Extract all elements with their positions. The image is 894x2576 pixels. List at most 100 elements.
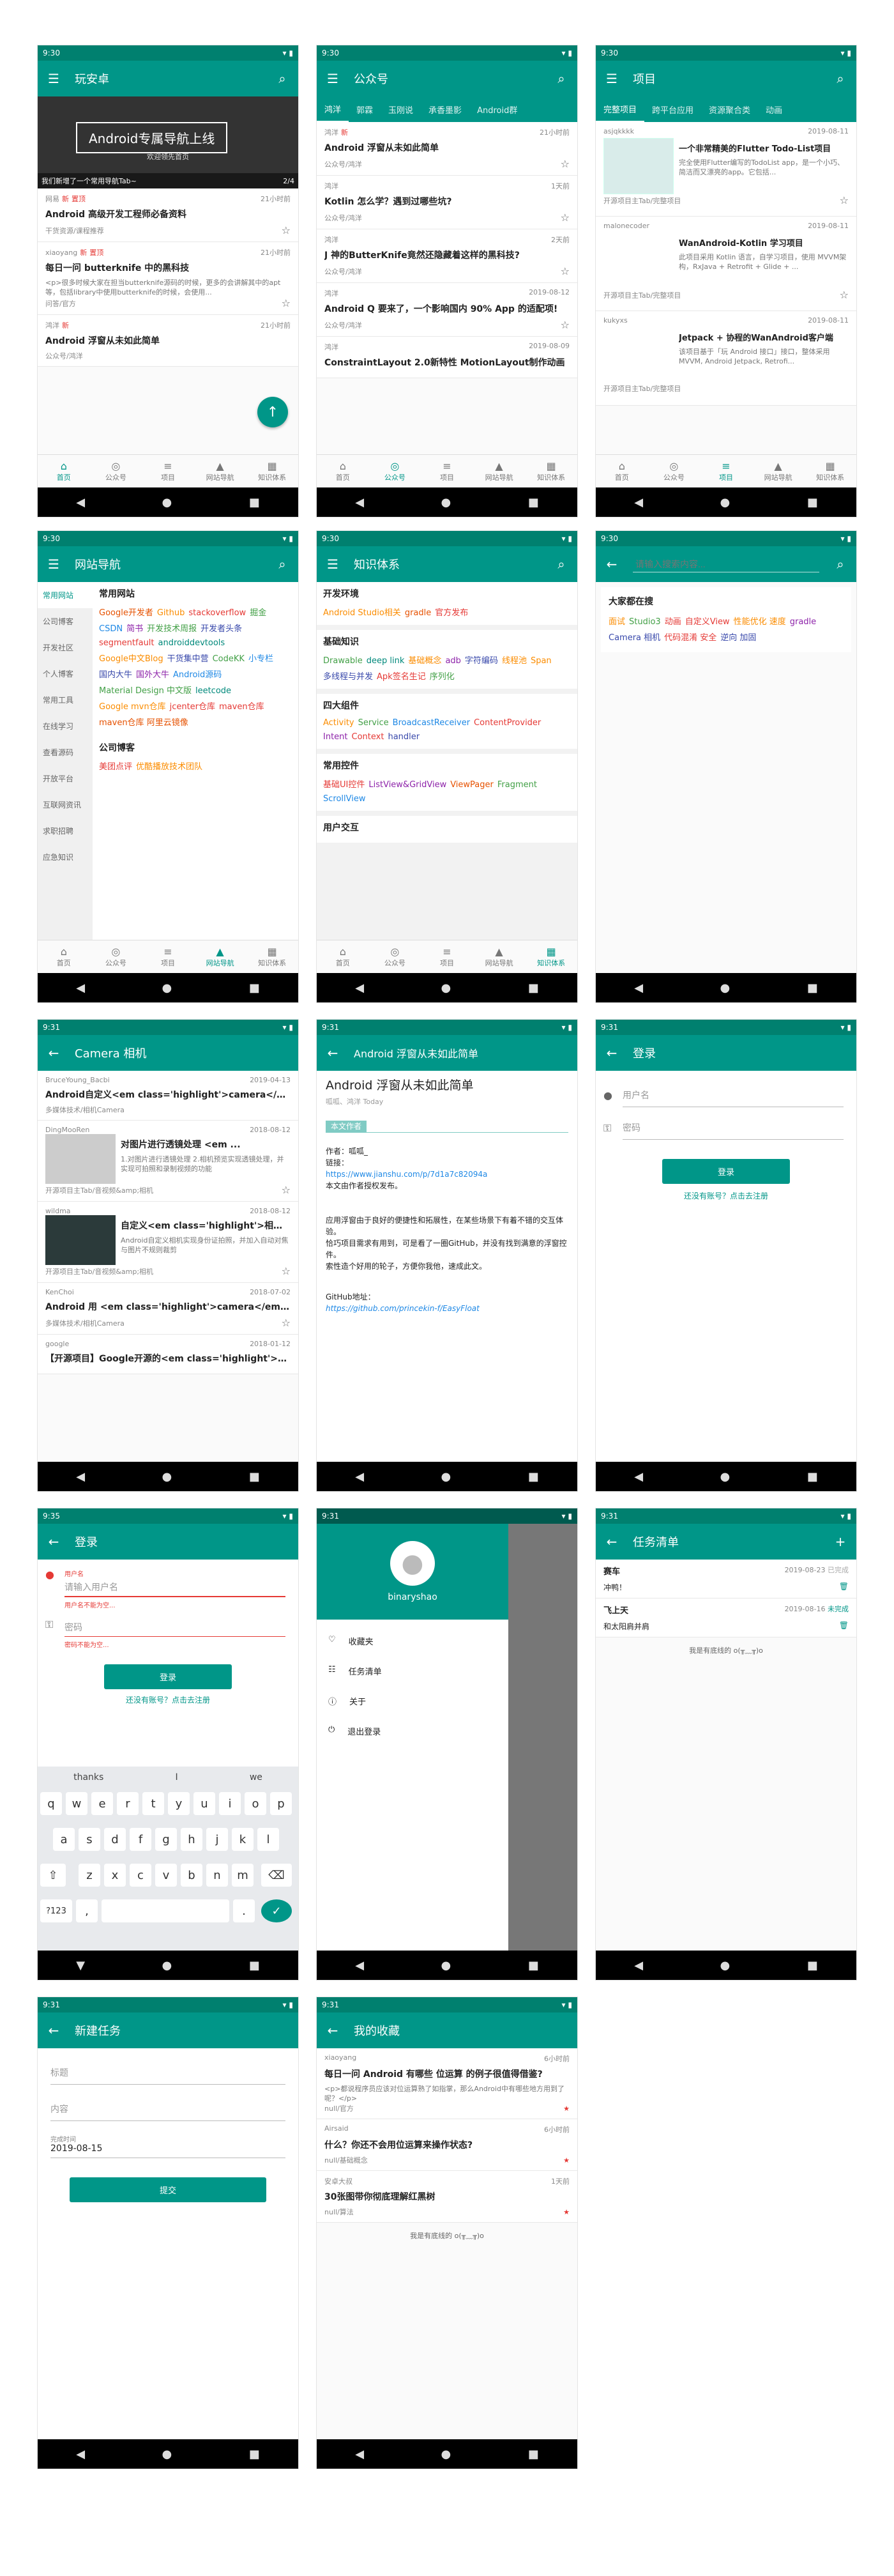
menu-icon[interactable]: ☰ — [326, 556, 340, 572]
drawer-item-tasks[interactable]: ☷ 任务清单 — [317, 1656, 508, 1686]
comma-key[interactable]: , — [76, 1899, 98, 1922]
list-item[interactable]: xiaoyang 新置顶 21小时前 每日一问 butterknife 中的黑科技 <p… — [38, 242, 298, 315]
key[interactable]: m — [232, 1864, 254, 1887]
recents-icon[interactable]: ■ — [249, 981, 260, 995]
task-item[interactable]: 赛车 2019-08-23 已完成 冲鸭！ 🗑 — [596, 1560, 856, 1598]
link-tag[interactable]: Google mvn仓库 — [99, 700, 166, 712]
sidebar-item[interactable]: 常用工具 — [38, 687, 93, 713]
star-filled-icon[interactable]: ★ — [563, 2156, 570, 2165]
banner[interactable]: Android专属导航上线 欢迎领先首页 我们新增了一个常用导航Tab~ 2/4 — [38, 96, 298, 188]
key[interactable]: y — [168, 1792, 190, 1815]
recents-icon[interactable]: ■ — [807, 1959, 818, 1972]
list-item[interactable]: google 2018-01-12 【开源项目】Google开源的<em class… — [38, 1335, 298, 1374]
delete-icon[interactable]: 🗑 — [839, 1621, 849, 1632]
home-circle-icon[interactable]: ● — [162, 1959, 172, 1972]
recents-icon[interactable]: ■ — [249, 1470, 260, 1483]
star-icon[interactable]: ☆ — [282, 224, 291, 236]
link-tag[interactable]: Google开发者 — [99, 606, 153, 618]
nav-home[interactable]: ⌂ 首页 — [596, 455, 648, 487]
recents-icon[interactable]: ■ — [528, 496, 539, 509]
tab-item[interactable]: 郭霖 — [349, 96, 381, 122]
star-icon[interactable]: ☆ — [282, 297, 291, 309]
key[interactable]: f — [130, 1828, 151, 1851]
drawer-item-logout[interactable]: ⏻ 退出登录 — [317, 1716, 508, 1746]
nav-project[interactable]: ≡ 项目 — [421, 940, 473, 973]
link-tag[interactable]: CSDN — [99, 624, 123, 634]
hot-word[interactable]: 逆向 加固 — [720, 631, 756, 643]
link-tag[interactable]: Google中文Blog — [99, 652, 163, 664]
link-tag[interactable]: Github — [157, 608, 185, 618]
sidebar-item[interactable]: 个人博客 — [38, 661, 93, 687]
hot-word[interactable]: 性能优化 速度 — [734, 615, 786, 627]
back-icon[interactable]: ◀ — [355, 1470, 364, 1483]
home-circle-icon[interactable]: ● — [162, 2448, 172, 2461]
list-item[interactable]: 安卓大叔 1天前 30张图带你彻底理解红黑树 null/算法 ★ — [317, 2171, 577, 2223]
recents-icon[interactable]: ■ — [528, 2448, 539, 2461]
back-icon[interactable]: ◀ — [355, 981, 364, 995]
back-icon[interactable]: ▼ — [76, 1959, 85, 1972]
key[interactable]: n — [206, 1864, 228, 1887]
home-circle-icon[interactable]: ● — [162, 981, 172, 995]
recents-icon[interactable]: ■ — [807, 1470, 818, 1483]
register-link[interactable]: 还没有账号？点击去注册 — [38, 1694, 298, 1705]
search-input[interactable] — [633, 556, 819, 572]
suggestion[interactable]: we — [250, 1772, 262, 1782]
back-arrow-icon[interactable]: ← — [47, 1534, 61, 1549]
tree-section[interactable]: 用户交互 — [317, 816, 577, 843]
hot-word[interactable]: Camera 相机 — [609, 631, 660, 643]
list-item[interactable]: 鸿洋 1天前 Kotlin 怎么学？遇到过哪些坑? 公众号/鸿洋 ☆ — [317, 176, 577, 229]
key[interactable]: g — [155, 1828, 177, 1851]
nav-tree[interactable]: ▦ 知识体系 — [525, 940, 577, 973]
back-icon[interactable]: ◀ — [355, 2448, 364, 2461]
key[interactable]: l — [257, 1828, 279, 1851]
nav-wechat[interactable]: ◎ 公众号 — [369, 455, 421, 487]
nav-wechat[interactable]: ◎ 公众号 — [90, 940, 142, 973]
nav-wechat[interactable]: ◎ 公众号 — [369, 940, 421, 973]
list-item[interactable]: KenChoi 2018-07-02 Android 用 <em class='hi… — [38, 1283, 298, 1335]
tree-section[interactable]: 四大组件 Activity Service BroadcastReceiver Cont… — [317, 694, 577, 749]
tree-section[interactable]: 常用控件 基础UI控件 ListView&GridView ViewPager Frag… — [317, 754, 577, 811]
nav-navi[interactable]: ▲ 网站导航 — [194, 940, 246, 973]
home-circle-icon[interactable]: ● — [162, 1470, 172, 1483]
list-item[interactable]: Airsaid 6小时前 什么？你还不会用位运算来操作状态? null/基础概念 ★ — [317, 2119, 577, 2171]
recents-icon[interactable]: ■ — [249, 496, 260, 509]
list-item[interactable]: BruceYoung_Bacbi 2019-04-13 Android自定义<em … — [38, 1071, 298, 1121]
drawer-item-about[interactable]: ⓘ 关于 — [317, 1686, 508, 1716]
tab-item[interactable]: 资源聚合类 — [701, 96, 758, 122]
link-tag[interactable]: 国外大牛 — [136, 668, 169, 680]
key[interactable]: k — [232, 1828, 254, 1851]
hot-word[interactable]: Studio3 — [629, 617, 661, 627]
avatar[interactable]: ● — [390, 1541, 435, 1586]
enter-icon[interactable]: ✓ — [261, 1899, 292, 1922]
nav-navi[interactable]: ▲ 网站导航 — [473, 455, 526, 487]
link-tag[interactable]: 简书 — [126, 622, 143, 634]
nav-project[interactable]: ≡ 项目 — [421, 455, 473, 487]
star-icon[interactable]: ☆ — [561, 265, 570, 277]
nav-tree[interactable]: ▦ 知识体系 — [246, 455, 298, 487]
back-arrow-icon[interactable]: ← — [605, 1045, 619, 1061]
sidebar-item[interactable]: 公司博客 — [38, 608, 93, 634]
project-item[interactable]: malonecoder 2019-08-11 WanAndroid-Kotlin 学… — [596, 217, 856, 311]
link-tag[interactable]: stackoverflow — [188, 608, 246, 618]
link-tag[interactable]: 干货集中营 — [167, 652, 209, 664]
back-icon[interactable]: ◀ — [634, 1470, 643, 1483]
list-item[interactable]: wildma 2018-08-12 自定义<em class='highlight'… — [38, 1202, 298, 1283]
task-item[interactable]: 飞上天 2019-08-16 未完成 和太阳肩并肩 🗑 — [596, 1598, 856, 1637]
tree-section[interactable]: 基础知识 Drawable deep link 基础概念 adb 字符编码 线程池 Span多… — [317, 630, 577, 689]
back-arrow-icon[interactable]: ← — [605, 1534, 619, 1549]
star-icon[interactable]: ☆ — [561, 319, 570, 331]
home-circle-icon[interactable]: ● — [441, 1959, 451, 1972]
tab-item[interactable]: 跨平台应用 — [644, 96, 701, 122]
key[interactable]: h — [181, 1828, 202, 1851]
username-input[interactable]: 请输入用户名 — [64, 1578, 285, 1597]
hot-word[interactable]: gradle — [790, 617, 816, 627]
search-icon[interactable]: ⌕ — [275, 556, 289, 572]
sidebar-item[interactable]: 开放平台 — [38, 765, 93, 792]
link-tag[interactable]: 小专栏 — [248, 652, 273, 664]
key[interactable]: e — [91, 1792, 113, 1815]
star-icon[interactable]: ☆ — [840, 289, 849, 301]
list-item[interactable]: 鸿洋 2019-08-09 ConstraintLayout 2.0新特性 Moti… — [317, 337, 577, 378]
hot-word[interactable]: 动画 — [665, 615, 681, 627]
sidebar-item[interactable]: 应急知识 — [38, 844, 93, 870]
back-arrow-icon[interactable]: ← — [605, 556, 619, 572]
